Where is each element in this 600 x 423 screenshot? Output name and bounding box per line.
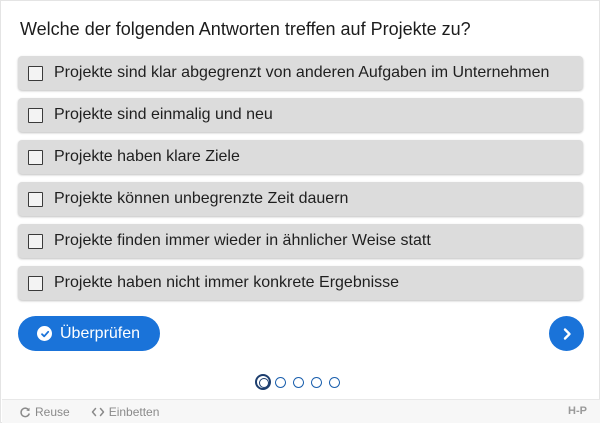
progress-dot-1[interactable]: [255, 374, 271, 390]
progress-dot-5[interactable]: [329, 376, 340, 388]
answer-option-2[interactable]: Projekte sind einmalig und neu: [18, 98, 583, 132]
answer-label: Projekte finden immer wieder in ähnliche…: [54, 232, 431, 249]
answer-label: Projekte können unbegrenzte Zeit dauern: [54, 190, 349, 207]
reuse-label: Reuse: [35, 404, 70, 419]
chevron-right-icon: [563, 327, 571, 340]
checkbox-icon[interactable]: [28, 233, 43, 249]
progress-dot-2[interactable]: [275, 376, 286, 388]
answer-label: Projekte sind einmalig und neu: [54, 106, 273, 123]
checkbox-icon[interactable]: [28, 149, 43, 165]
progress-dots: [255, 374, 347, 390]
answer-option-3[interactable]: Projekte haben klare Ziele: [18, 140, 583, 174]
answer-option-5[interactable]: Projekte finden immer wieder in ähnliche…: [18, 224, 583, 258]
code-icon: [91, 407, 105, 417]
progress-dot-3[interactable]: [293, 376, 304, 388]
embed-label: Einbetten: [108, 404, 160, 419]
answer-option-4[interactable]: Projekte können unbegrenzte Zeit dauern: [18, 182, 583, 216]
check-button[interactable]: Überprüfen: [18, 316, 160, 351]
h5p-logo[interactable]: H-P: [568, 405, 587, 417]
answer-label: Projekte sind klar abgegrenzt von andere…: [54, 64, 550, 81]
refresh-icon: [19, 406, 31, 418]
answer-label: Projekte haben klare Ziele: [54, 148, 240, 165]
embed-button[interactable]: Einbetten: [91, 404, 160, 419]
progress-dot-4[interactable]: [311, 376, 322, 388]
checkbox-icon[interactable]: [28, 191, 43, 207]
answer-option-1[interactable]: Projekte sind klar abgegrenzt von andere…: [18, 56, 583, 90]
checkbox-icon[interactable]: [28, 275, 43, 291]
answer-option-6[interactable]: Projekte haben nicht immer konkrete Erge…: [18, 266, 583, 300]
footer-bar: Reuse Einbetten H-P: [2, 399, 600, 423]
check-circle-icon: [37, 326, 52, 341]
check-button-label: Überprüfen: [60, 324, 141, 342]
question-text: Welche der folgenden Antworten treffen a…: [20, 19, 471, 39]
answer-list: Projekte sind klar abgegrenzt von andere…: [18, 56, 583, 308]
answer-label: Projekte haben nicht immer konkrete Erge…: [54, 274, 400, 291]
checkbox-icon[interactable]: [28, 65, 43, 81]
reuse-button[interactable]: Reuse: [19, 405, 70, 419]
h5p-container: Welche der folgenden Antworten treffen a…: [0, 0, 600, 423]
next-button[interactable]: [549, 316, 584, 351]
checkbox-icon[interactable]: [28, 107, 43, 123]
